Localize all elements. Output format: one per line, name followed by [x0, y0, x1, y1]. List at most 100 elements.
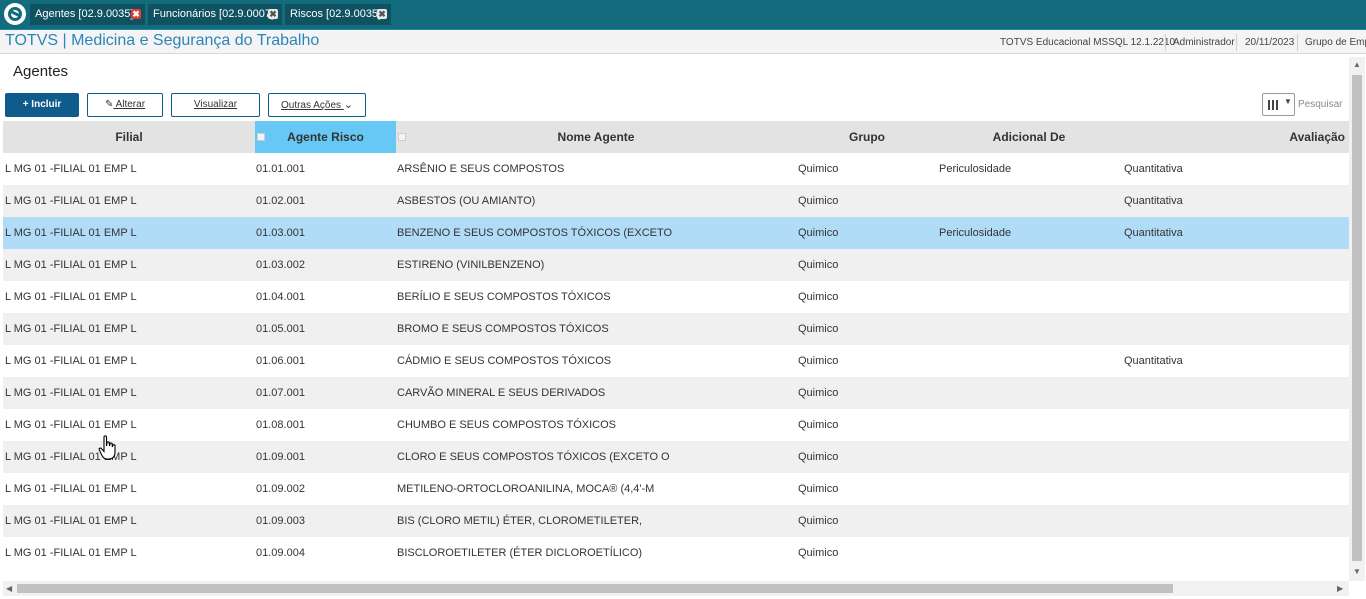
cell-grupo: Quimico	[798, 291, 839, 303]
scroll-down-icon[interactable]: ▼	[1353, 567, 1361, 576]
cell-nome: ESTIRENO (VINILBENZENO)	[397, 259, 545, 271]
cell-grupo: Quimico	[798, 515, 839, 527]
table-row[interactable]: L MG 01 -FILIAL 01 EMP L 01.09.004 BISCLOR…	[3, 537, 1349, 569]
table-row[interactable]: L MG 01 -FILIAL 01 EMP L 01.01.001 ARSÊNIO…	[3, 153, 1349, 185]
divider	[1297, 34, 1298, 51]
cell-nome: BIS (CLORO METIL) ÉTER, CLOROMETILETER,	[397, 515, 643, 527]
cell-adicional: Periculosidade	[939, 227, 1012, 239]
cell-grupo: Quimico	[798, 163, 839, 175]
table-row[interactable]: L MG 01 -FILIAL 01 EMP L 01.03.001 BENZENO…	[3, 217, 1349, 249]
cell-grupo: Quimico	[798, 259, 839, 271]
cell-grupo: Quimico	[798, 195, 839, 207]
outras-acoes-label: Outras Ações	[280, 100, 342, 111]
tab-agentes[interactable]: Agentes [02.9.0035] ✖	[30, 4, 145, 25]
table-row[interactable]: L MG 01 -FILIAL 01 EMP L 01.09.002 METILEN…	[3, 473, 1349, 505]
close-icon[interactable]: ✖	[268, 9, 278, 19]
cell-nome: ASBESTOS (OU AMIANTO)	[397, 195, 536, 207]
column-marker-icon	[398, 133, 406, 141]
column-header-avaliacao[interactable]: Avaliação	[1120, 121, 1349, 153]
tab-label: Agentes [02.9.0035]	[35, 8, 134, 20]
table-row[interactable]: L MG 01 -FILIAL 01 EMP L 01.02.001 ASBESTO…	[3, 185, 1349, 217]
cell-nome: BISCLOROETILETER (ÉTER DICLOROETÍLICO)	[397, 547, 643, 559]
tab-label: Funcionários [02.9.0007]	[153, 8, 275, 20]
table-row[interactable]: L MG 01 -FILIAL 01 EMP L 01.04.001 BERÍLIO…	[3, 281, 1349, 313]
cell-avaliacao: Quantitativa	[1124, 227, 1183, 239]
hand-cursor-icon	[98, 435, 116, 460]
cell-agente: 01.01.001	[256, 163, 305, 175]
cell-nome: BERÍLIO E SEUS COMPOSTOS TÓXICOS	[397, 291, 611, 303]
column-header-label: Agente Risco	[287, 130, 364, 144]
top-tab-bar: Agentes [02.9.0035] ✖ Funcionários [02.9…	[0, 0, 1366, 29]
tab-funcionarios[interactable]: Funcionários [02.9.0007] ✖	[148, 4, 282, 25]
divider	[1236, 34, 1237, 51]
cell-nome: ARSÊNIO E SEUS COMPOSTOS	[397, 163, 565, 175]
user-label: Administrador	[1173, 37, 1235, 48]
cell-filial: L MG 01 -FILIAL 01 EMP L	[5, 291, 137, 303]
cell-agente: 01.06.001	[256, 355, 305, 367]
close-icon[interactable]: ✖	[377, 9, 387, 19]
vertical-scrollbar[interactable]: ▲ ▼	[1349, 57, 1365, 581]
cell-nome: BROMO E SEUS COMPOSTOS TÓXICOS	[397, 323, 609, 335]
table-row[interactable]: L MG 01 -FILIAL 01 EMP L 01.07.001 CARVÃO …	[3, 377, 1349, 409]
search-input[interactable]: Pesquisar	[1296, 94, 1348, 116]
column-header-nome-agente[interactable]: Nome Agente	[396, 121, 796, 153]
incluir-button[interactable]: + Incluir	[5, 93, 79, 117]
cell-agente: 01.09.001	[256, 451, 305, 463]
cell-filial: L MG 01 -FILIAL 01 EMP L	[5, 547, 137, 559]
cell-filial: L MG 01 -FILIAL 01 EMP L	[5, 227, 137, 239]
table-row[interactable]: L MG 01 -FILIAL 01 EMP L 01.05.001 BROMO E…	[3, 313, 1349, 345]
tab-riscos[interactable]: Riscos [02.9.0035] ✖	[285, 4, 391, 25]
horizontal-scroll-thumb[interactable]	[17, 584, 1173, 593]
table-row[interactable]: L MG 01 -FILIAL 01 EMP L 01.09.001 CLORO E…	[3, 441, 1349, 473]
cell-grupo: Quimico	[798, 387, 839, 399]
app-title: TOTVS | Medicina e Segurança do Trabalho	[5, 32, 320, 49]
scroll-left-icon[interactable]: ◀	[6, 584, 12, 593]
table-row[interactable]: L MG 01 -FILIAL 01 EMP L 01.08.001 CHUMBO …	[3, 409, 1349, 441]
horizontal-scrollbar[interactable]: ◀ ▶	[3, 581, 1349, 596]
date-label: 20/11/2023	[1245, 37, 1295, 48]
totvs-logo-icon[interactable]	[4, 3, 26, 25]
cell-agente: 01.09.002	[256, 483, 305, 495]
visualizar-button[interactable]: Visualizar	[171, 93, 260, 117]
scroll-up-icon[interactable]: ▲	[1353, 60, 1361, 69]
column-marker-icon	[257, 133, 265, 141]
cell-agente: 01.09.004	[256, 547, 305, 559]
cell-filial: L MG 01 -FILIAL 01 EMP L	[5, 323, 137, 335]
table-row[interactable]: L MG 01 -FILIAL 01 EMP L 01.09.003 BIS (CL…	[3, 505, 1349, 537]
alterar-button[interactable]: ✎ Alterar	[87, 93, 163, 117]
outras-acoes-button[interactable]: Outras Ações ⌄	[268, 93, 366, 117]
close-icon[interactable]: ✖	[131, 9, 141, 19]
app-title-bar: TOTVS | Medicina e Segurança do Trabalho…	[0, 29, 1366, 54]
column-header-agente-risco[interactable]: Agente Risco	[255, 121, 396, 153]
cell-grupo: Quimico	[798, 355, 839, 367]
cell-agente: 01.09.003	[256, 515, 305, 527]
cell-nome: CARVÃO MINERAL E SEUS DERIVADOS	[397, 387, 606, 399]
agents-grid: Filial Agente Risco Nome Agente Grupo Ad…	[3, 121, 1349, 581]
pencil-icon: ✎	[104, 99, 114, 110]
alterar-label: Alterar	[115, 99, 146, 110]
cell-nome: CHUMBO E SEUS COMPOSTOS TÓXICOS	[397, 419, 617, 431]
cell-filial: L MG 01 -FILIAL 01 EMP L	[5, 355, 137, 367]
cell-grupo: Quimico	[798, 547, 839, 559]
cell-filial: L MG 01 -FILIAL 01 EMP L	[5, 387, 137, 399]
cell-filial: L MG 01 -FILIAL 01 EMP L	[5, 195, 137, 207]
table-row[interactable]: L MG 01 -FILIAL 01 EMP L 01.06.001 CÁDMIO …	[3, 345, 1349, 377]
cell-agente: 01.05.001	[256, 323, 305, 335]
vertical-scroll-thumb[interactable]	[1352, 75, 1362, 561]
cell-adicional: Periculosidade	[939, 163, 1012, 175]
cell-nome: BENZENO E SEUS COMPOSTOS TÓXICOS (EXCETO	[397, 227, 673, 239]
grid-header: Filial Agente Risco Nome Agente Grupo Ad…	[3, 121, 1349, 153]
cell-nome: CLORO E SEUS COMPOSTOS TÓXICOS (EXCETO O	[397, 451, 670, 463]
table-row[interactable]: L MG 01 -FILIAL 01 EMP L 01.03.002 ESTIREN…	[3, 249, 1349, 281]
scroll-right-icon[interactable]: ▶	[1337, 584, 1343, 593]
cell-avaliacao: Quantitativa	[1124, 355, 1183, 367]
cell-nome: CÁDMIO E SEUS COMPOSTOS TÓXICOS	[397, 355, 612, 367]
chevron-down-icon: ⌄	[343, 99, 354, 111]
column-header-filial[interactable]: Filial	[3, 121, 255, 153]
column-header-grupo[interactable]: Grupo	[796, 121, 938, 153]
cell-grupo: Quimico	[798, 451, 839, 463]
column-header-adicional-de[interactable]: Adicional De	[938, 121, 1120, 153]
page-title: Agentes	[13, 63, 69, 80]
columns-toggle-button[interactable]: ▼	[1262, 93, 1295, 116]
cell-agente: 01.07.001	[256, 387, 305, 399]
